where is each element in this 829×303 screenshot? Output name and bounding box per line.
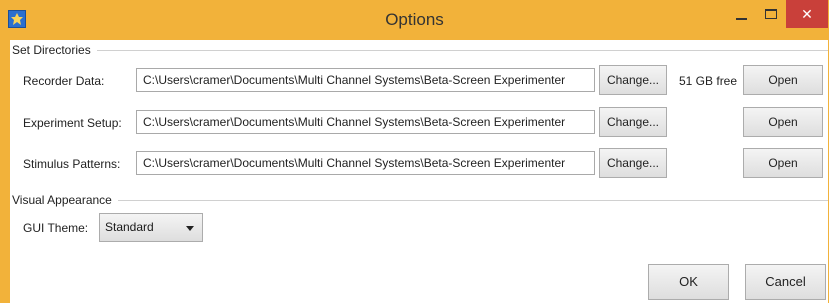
minimize-icon bbox=[735, 18, 747, 20]
experiment-setup-path-field[interactable]: C:\Users\cramer\Documents\Multi Channel … bbox=[136, 110, 595, 134]
title-bar[interactable]: Options ✕ bbox=[0, 0, 829, 40]
free-space-label: 51 GB free bbox=[679, 74, 738, 88]
stimulus-patterns-open-button[interactable]: Open bbox=[743, 148, 823, 178]
gui-theme-label: GUI Theme: bbox=[23, 221, 89, 235]
set-directories-header: Set Directories bbox=[12, 43, 91, 57]
close-icon: ✕ bbox=[801, 5, 813, 22]
recorder-data-change-button[interactable]: Change... bbox=[599, 65, 667, 95]
visual-appearance-header: Visual Appearance bbox=[12, 193, 112, 207]
options-panel: Set Directories Recorder Data: C:\Users\… bbox=[10, 40, 828, 303]
stimulus-patterns-label: Stimulus Patterns: bbox=[23, 157, 121, 171]
window-title: Options bbox=[385, 10, 444, 29]
experiment-setup-label: Experiment Setup: bbox=[23, 116, 122, 130]
experiment-setup-change-button[interactable]: Change... bbox=[599, 107, 667, 137]
experiment-setup-open-button[interactable]: Open bbox=[743, 107, 823, 137]
close-button[interactable]: ✕ bbox=[786, 0, 828, 28]
stimulus-patterns-change-button[interactable]: Change... bbox=[599, 148, 667, 178]
recorder-data-path-field[interactable]: C:\Users\cramer\Documents\Multi Channel … bbox=[136, 68, 595, 92]
maximize-icon bbox=[765, 9, 777, 19]
recorder-data-open-button[interactable]: Open bbox=[743, 65, 823, 95]
chevron-down-icon bbox=[186, 226, 194, 231]
maximize-button[interactable] bbox=[756, 0, 786, 28]
set-directories-group: Set Directories bbox=[12, 42, 828, 58]
gui-theme-dropdown[interactable]: Standard bbox=[99, 213, 203, 242]
group-divider bbox=[117, 199, 828, 201]
stimulus-patterns-path-field[interactable]: C:\Users\cramer\Documents\Multi Channel … bbox=[136, 151, 595, 175]
visual-appearance-group: Visual Appearance bbox=[12, 192, 828, 208]
ok-button[interactable]: OK bbox=[648, 264, 729, 300]
recorder-data-label: Recorder Data: bbox=[23, 74, 105, 88]
minimize-button[interactable] bbox=[726, 0, 756, 28]
gui-theme-value: Standard bbox=[105, 220, 154, 234]
group-divider bbox=[96, 49, 828, 51]
cancel-button[interactable]: Cancel bbox=[745, 264, 826, 300]
options-window: Options ✕ Set Directories Recorder Data:… bbox=[0, 0, 829, 303]
